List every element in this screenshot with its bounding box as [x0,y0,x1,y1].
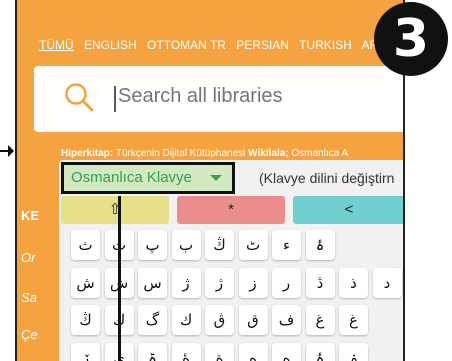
keyboard-language-label: Osmanlıca Klavye [71,169,192,186]
keyboard-key[interactable]: ڎ [305,268,335,298]
pointer-arrow-icon [0,145,14,157]
keyboard-key[interactable]: ۃ [138,343,167,361]
section-label: KE [21,208,40,223]
source-text-1: Türkçenin Dijital Kütüphanesi [115,148,246,159]
keyboard-key[interactable]: ه [272,343,301,361]
list-item: Çe [21,327,38,342]
shift-key[interactable]: ⇧ [61,196,169,224]
keyboard-key[interactable]: ث [71,230,100,260]
keyboard-key[interactable]: ژ [205,268,234,298]
search-input[interactable] [116,84,403,109]
keyboard-key[interactable]: ق [238,305,268,335]
keyboard-key[interactable]: ٹ [238,230,268,260]
keyboard-key[interactable]: ء [272,230,301,260]
tab-all[interactable]: TÜMÜ [39,38,74,52]
keyboard-key[interactable]: ۂ [305,230,335,260]
keyboard-key[interactable]: ڭ [71,305,100,335]
source-label-1: Hiperkitap: [61,148,114,159]
keyboard-key[interactable]: س [138,268,167,298]
keyboard-key[interactable]: ة [205,343,234,361]
keyboard-key[interactable]: ۂ [305,343,335,361]
tab-ottoman-tr[interactable]: OTTOMAN TR [147,38,226,52]
keyboard-key[interactable]: ش [71,268,100,298]
pointer-line [118,196,121,361]
keyboard-key[interactable]: ڒ [71,343,100,361]
keyboard-key[interactable]: ﻍ [305,305,335,335]
keyboard-key[interactable]: ذ [339,268,368,298]
keyboard-key[interactable]: ۀ [171,343,201,361]
keyboard-language-hint: (Klavye dilini değiştirn [259,170,395,186]
list-item: Sa [21,290,37,305]
library-search-panel: TÜMÜ ENGLISH OTTOMAN TR PERSIAN TURKISH … [15,0,405,361]
library-sources: Hiperkitap: Türkçenin Dijital Kütüphanes… [61,148,348,159]
search-box [34,66,403,132]
keyboard-key[interactable]: ف [272,305,301,335]
list-item: Or [21,250,36,265]
keyboard-key[interactable]: گ [138,305,167,335]
search-icon[interactable] [64,82,94,112]
source-text-2: Osmanlıca A [291,148,349,159]
source-label-2: Wikilala; [248,148,289,159]
keyboard-key[interactable]: پ [138,230,167,260]
asterisk-key[interactable]: * [177,196,285,224]
keyboard-key[interactable]: ه [238,343,268,361]
keyboard-key[interactable]: ز [238,268,268,298]
keyboard-key[interactable]: ژ [171,268,201,298]
keyboard-key[interactable]: غ [339,305,368,335]
keyboard-key[interactable]: ر [272,268,301,298]
language-tabs: TÜMÜ ENGLISH OTTOMAN TR PERSIAN TURKISH … [39,38,393,52]
tab-persian[interactable]: PERSIAN [236,38,289,52]
chevron-down-icon [210,175,222,181]
keyboard-language-select[interactable]: Osmanlıca Klavye [61,162,235,194]
keyboard-key[interactable]: ب [171,230,201,260]
backspace-key[interactable]: < [293,196,403,224]
keyboard-key[interactable]: د [372,268,402,298]
keyboard-key[interactable]: ۏ [339,343,368,361]
step-badge: 3 [374,2,448,76]
keyboard-key[interactable]: ﯓ [205,230,234,260]
tab-turkish[interactable]: TURKISH [299,38,352,52]
tab-english[interactable]: ENGLISH [84,38,137,52]
keyboard-key[interactable]: ك [171,305,201,335]
keyboard-key[interactable]: ڨ [205,305,234,335]
